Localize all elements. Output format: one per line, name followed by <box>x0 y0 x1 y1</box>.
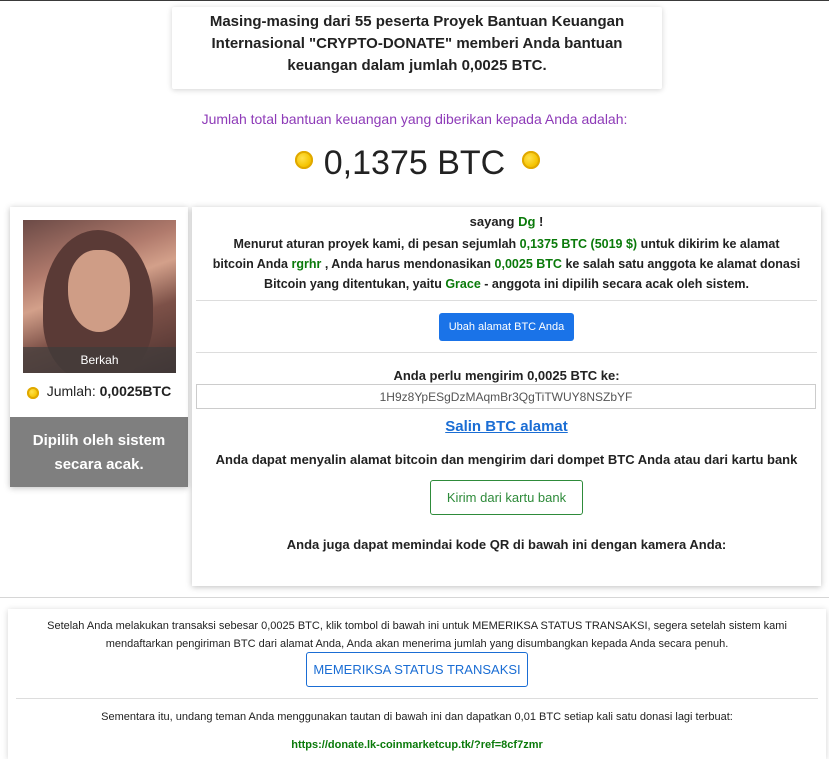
avatar-photo: Berkah <box>23 220 176 373</box>
rules-part-7: - anggota ini dipilih secara acak oleh s… <box>484 277 749 291</box>
invite-text: Sementara itu, undang teman Anda menggun… <box>101 711 733 723</box>
rules-part-5: ke salah satu anggota ke alamat donasi <box>565 257 801 271</box>
rules-part-2: untuk dikirim ke alamat <box>640 237 780 251</box>
picked-line-2: secara acak. <box>54 456 144 473</box>
profile-amount: Jumlah: 0,0025BTC <box>10 383 188 399</box>
rules-donate-amount: 0,0025 BTC <box>494 257 562 271</box>
status-instructions-line-1: Setelah Anda melakukan transaksi sebesar… <box>47 620 787 632</box>
profile-amount-value: 0,0025BTC <box>99 383 172 399</box>
donation-panel: sayang Dg ! Menurut aturan proyek kami, … <box>192 207 821 586</box>
header-line-2: Internasional "CRYPTO-DONATE" memberi An… <box>211 35 623 52</box>
profile-amount-label: Jumlah: <box>46 383 96 399</box>
divider <box>16 698 818 699</box>
avatar-face <box>68 250 130 332</box>
header-line-1: Masing-masing dari 55 peserta Proyek Ban… <box>209 13 625 30</box>
status-instructions-line-2: mendaftarkan pengiriman BTC dari alamat … <box>105 638 729 650</box>
change-btc-address-button[interactable]: Ubah alamat BTC Anda <box>439 313 574 341</box>
header-banner: Masing-masing dari 55 peserta Proyek Ban… <box>172 7 662 89</box>
check-transaction-status-button[interactable]: MEMERIKSA STATUS TRANSAKSI <box>306 652 528 687</box>
rules-address: rgrhr <box>291 257 322 271</box>
send-label: Anda perlu mengirim 0,0025 BTC ke: <box>393 368 620 383</box>
greeting: sayang Dg ! <box>192 214 821 229</box>
copy-btc-address-link[interactable]: Salin BTC alamat <box>192 418 821 435</box>
rules-amount: 0,1375 BTC (5019 $) <box>519 237 638 251</box>
header-line-3: keuangan dalam jumlah 0,0025 BTC. <box>287 57 547 74</box>
rules-text: Menurut aturan proyek kami, di pesan sej… <box>192 234 821 294</box>
section-divider <box>0 597 829 598</box>
total-amount-row: 0,1375 BTC <box>0 142 829 190</box>
user-name: Dg <box>518 214 536 229</box>
bitcoin-coin-icon <box>522 151 540 169</box>
rules-part-4: , Anda harus mendonasikan <box>324 257 492 271</box>
profile-card: Berkah Jumlah: 0,0025BTC Dipilih oleh si… <box>10 207 188 487</box>
rules-part-3: bitcoin Anda <box>212 257 288 271</box>
copy-description: Anda dapat menyalin alamat bitcoin dan m… <box>215 452 798 467</box>
send-from-bank-card-button[interactable]: Kirim dari kartu bank <box>430 480 583 515</box>
divider <box>196 352 817 353</box>
total-label: Jumlah total bantuan keuangan yang diber… <box>201 111 628 127</box>
referral-link[interactable]: https://donate.lk-coinmarketcup.tk/?ref=… <box>8 739 826 751</box>
qr-instruction: Anda juga dapat memindai kode QR di bawa… <box>286 537 727 552</box>
greeting-suffix: ! <box>539 214 544 229</box>
greeting-prefix: sayang <box>469 214 515 229</box>
picked-line-1: Dipilih oleh sistem <box>32 432 166 449</box>
total-amount-value: 0,1375 BTC <box>323 144 506 182</box>
status-instructions: Setelah Anda melakukan transaksi sebesar… <box>18 617 816 653</box>
bitcoin-coin-icon <box>26 387 39 399</box>
picked-by-system-box: Dipilih oleh sistem secara acak. <box>10 417 188 487</box>
divider <box>196 300 817 301</box>
avatar-name: Berkah <box>23 347 176 373</box>
top-border <box>0 0 829 1</box>
rules-part-6: Bitcoin yang ditentukan, yaitu <box>264 277 442 291</box>
transaction-status-card: Setelah Anda melakukan transaksi sebesar… <box>8 609 826 759</box>
rules-member: Grace <box>445 277 481 291</box>
rules-part-1: Menurut aturan proyek kami, di pesan sej… <box>233 237 517 251</box>
btc-address-field[interactable] <box>196 384 816 409</box>
